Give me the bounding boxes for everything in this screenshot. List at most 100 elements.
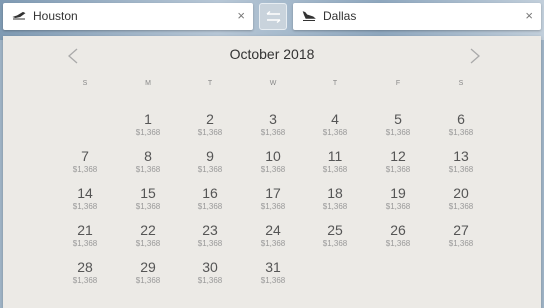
- day-price: $1,368: [135, 202, 161, 211]
- day-number: 3: [269, 111, 277, 127]
- weekday-label: M: [145, 80, 151, 87]
- day-price: $1,368: [260, 202, 286, 211]
- day-number: 15: [140, 185, 156, 201]
- day-price: $1,368: [260, 239, 286, 248]
- day-price: $1,368: [72, 276, 98, 285]
- day-number: 14: [77, 185, 93, 201]
- swap-button[interactable]: [259, 3, 287, 30]
- calendar-day[interactable]: 12 $1,368: [368, 148, 428, 175]
- day-number: 23: [202, 222, 218, 238]
- calendar-day[interactable]: 21 $1,368: [55, 222, 115, 249]
- origin-field[interactable]: Houston ×: [3, 3, 253, 30]
- clear-destination-icon[interactable]: ×: [525, 8, 533, 23]
- day-number: 13: [453, 148, 469, 164]
- calendar-day[interactable]: 30 $1,368: [180, 259, 240, 286]
- calendar-day[interactable]: 18 $1,368: [305, 185, 365, 212]
- calendar-day[interactable]: 31 $1,368: [243, 259, 303, 286]
- day-number: 17: [265, 185, 281, 201]
- date-picker-calendar: October 2018 SMTWTFS 1 $1,368 2 $1,368 3 $1,3…: [3, 36, 541, 308]
- swap-arrows-icon: [266, 10, 281, 24]
- calendar-day[interactable]: 22 $1,368: [118, 222, 178, 249]
- day-number: 29: [140, 259, 156, 275]
- day-number: 21: [77, 222, 93, 238]
- day-number: 7: [81, 148, 89, 164]
- calendar-day[interactable]: 9 $1,368: [180, 148, 240, 175]
- day-price: $1,368: [72, 202, 98, 211]
- day-number: 20: [453, 185, 469, 201]
- weekday-label: W: [269, 80, 277, 87]
- plane-landing-icon: [302, 11, 316, 21]
- destination-value: Dallas: [323, 9, 357, 23]
- calendar-day[interactable]: 17 $1,368: [243, 185, 303, 212]
- weekday-label: T: [207, 80, 213, 87]
- day-price: $1,368: [322, 239, 348, 248]
- day-number: 12: [390, 148, 406, 164]
- clear-origin-icon[interactable]: ×: [237, 8, 245, 23]
- day-number: 6: [457, 111, 465, 127]
- day-price: $1,368: [385, 165, 411, 174]
- day-number: 11: [327, 148, 343, 164]
- day-price: $1,368: [448, 239, 474, 248]
- day-price: $1,368: [385, 202, 411, 211]
- weekday-header: SMTWTFS: [3, 80, 541, 92]
- day-number: 10: [265, 148, 281, 164]
- calendar-day[interactable]: 19 $1,368: [368, 185, 428, 212]
- calendar-day[interactable]: 2 $1,368: [180, 111, 240, 138]
- calendar-day[interactable]: 6 $1,368: [431, 111, 491, 138]
- day-number: 26: [390, 222, 406, 238]
- weekday-label: T: [332, 80, 338, 87]
- plane-takeoff-icon: [12, 11, 26, 20]
- calendar-day[interactable]: 10 $1,368: [243, 148, 303, 175]
- day-price: $1,368: [260, 276, 286, 285]
- calendar-day[interactable]: 8 $1,368: [118, 148, 178, 175]
- day-number: 18: [327, 185, 343, 201]
- day-number: 4: [331, 111, 339, 127]
- day-price: $1,368: [135, 239, 161, 248]
- day-number: 24: [265, 222, 281, 238]
- calendar-day[interactable]: 14 $1,368: [55, 185, 115, 212]
- day-number: 8: [144, 148, 152, 164]
- day-number: 31: [265, 259, 281, 275]
- calendar-day[interactable]: 1 $1,368: [118, 111, 178, 138]
- day-price: $1,368: [72, 165, 98, 174]
- chevron-right-icon[interactable]: [469, 48, 481, 64]
- day-price: $1,368: [448, 128, 474, 137]
- calendar-day[interactable]: 7 $1,368: [55, 148, 115, 175]
- day-number: 1: [144, 111, 152, 127]
- day-price: $1,368: [385, 128, 411, 137]
- weekday-label: S: [82, 80, 88, 87]
- weekday-label: S: [458, 80, 464, 87]
- day-price: $1,368: [72, 239, 98, 248]
- day-number: 9: [206, 148, 214, 164]
- calendar-day[interactable]: 29 $1,368: [118, 259, 178, 286]
- calendar-day[interactable]: 28 $1,368: [55, 259, 115, 286]
- calendar-day[interactable]: 24 $1,368: [243, 222, 303, 249]
- calendar-day[interactable]: 16 $1,368: [180, 185, 240, 212]
- calendar-day[interactable]: 13 $1,368: [431, 148, 491, 175]
- calendar-day[interactable]: 4 $1,368: [305, 111, 365, 138]
- day-price: $1,368: [322, 128, 348, 137]
- calendar-day[interactable]: 23 $1,368: [180, 222, 240, 249]
- calendar-day[interactable]: 27 $1,368: [431, 222, 491, 249]
- calendar-day[interactable]: 5 $1,368: [368, 111, 428, 138]
- day-number: 27: [453, 222, 469, 238]
- destination-field[interactable]: Dallas ×: [293, 3, 541, 30]
- calendar-day[interactable]: 15 $1,368: [118, 185, 178, 212]
- calendar-day[interactable]: 26 $1,368: [368, 222, 428, 249]
- day-price: $1,368: [260, 165, 286, 174]
- day-number: 16: [202, 185, 218, 201]
- day-number: 22: [140, 222, 156, 238]
- day-price: $1,368: [135, 128, 161, 137]
- day-number: 2: [206, 111, 214, 127]
- day-price: $1,368: [385, 239, 411, 248]
- calendar-day[interactable]: 3 $1,368: [243, 111, 303, 138]
- day-price: $1,368: [197, 165, 223, 174]
- day-number: 30: [202, 259, 218, 275]
- day-price: $1,368: [448, 202, 474, 211]
- month-title: October 2018: [229, 46, 315, 62]
- day-price: $1,368: [135, 276, 161, 285]
- day-price: $1,368: [197, 202, 223, 211]
- calendar-day[interactable]: 25 $1,368: [305, 222, 365, 249]
- calendar-day[interactable]: 20 $1,368: [431, 185, 491, 212]
- calendar-day[interactable]: 11 $1,368: [305, 148, 365, 175]
